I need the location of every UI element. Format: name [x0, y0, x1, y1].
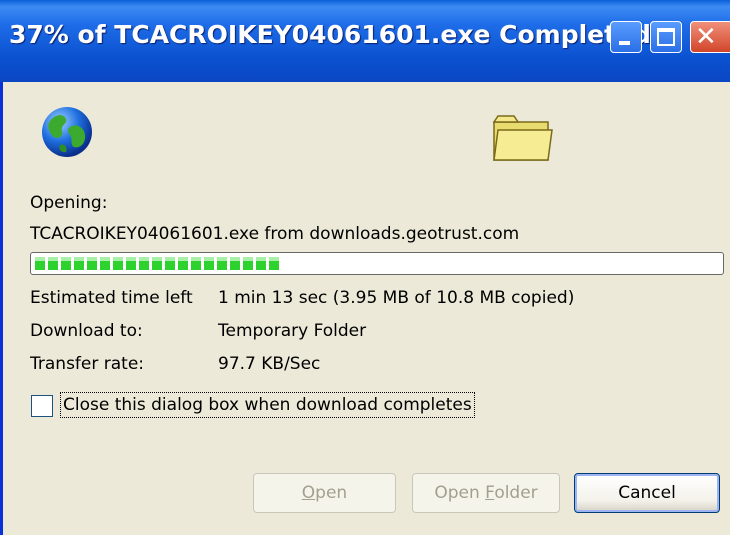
- opening-label: Opening:: [30, 193, 108, 213]
- estimated-time-label: Estimated time left: [30, 288, 193, 308]
- close-button[interactable]: ✕: [690, 21, 730, 53]
- download-to-label: Download to:: [30, 321, 143, 341]
- maximize-button[interactable]: [650, 21, 682, 53]
- transfer-rate-value: 97.7 KB/Sec: [218, 354, 321, 374]
- download-progress-fill: [35, 257, 279, 270]
- title-bar[interactable]: 37% of TCACROIKEY04061601.exe Completed …: [0, 0, 730, 82]
- open-button[interactable]: Open: [253, 473, 396, 513]
- window-border: [0, 82, 3, 535]
- folder-icon: [492, 115, 553, 161]
- source-file-line: TCACROIKEY04061601.exe from downloads.ge…: [30, 224, 520, 244]
- open-folder-mnemonic: F: [485, 483, 495, 503]
- download-to-value: Temporary Folder: [218, 321, 367, 341]
- open-folder-button[interactable]: Open Folder: [412, 473, 560, 513]
- estimated-time-value: 1 min 13 sec (3.95 MB of 10.8 MB copied): [218, 288, 575, 308]
- open-folder-label-rest: older: [494, 483, 538, 503]
- open-label-rest: pen: [315, 483, 348, 503]
- cancel-button[interactable]: Cancel: [574, 473, 720, 513]
- transfer-rate-label: Transfer rate:: [30, 354, 145, 374]
- minimize-button[interactable]: [610, 21, 642, 53]
- open-mnemonic: O: [301, 483, 316, 503]
- globe-icon: [42, 107, 92, 157]
- close-when-done-label[interactable]: Close this dialog box when download comp…: [60, 392, 475, 418]
- close-when-done-checkbox[interactable]: [31, 395, 53, 417]
- window-title: 37% of TCACROIKEY04061601.exe Completed: [9, 20, 651, 49]
- close-icon: ✕: [695, 22, 717, 52]
- download-progress-bar: [30, 252, 724, 275]
- maximize-icon: [657, 28, 675, 46]
- minimize-icon: [619, 41, 630, 45]
- open-folder-label-prefix: Open: [434, 483, 486, 503]
